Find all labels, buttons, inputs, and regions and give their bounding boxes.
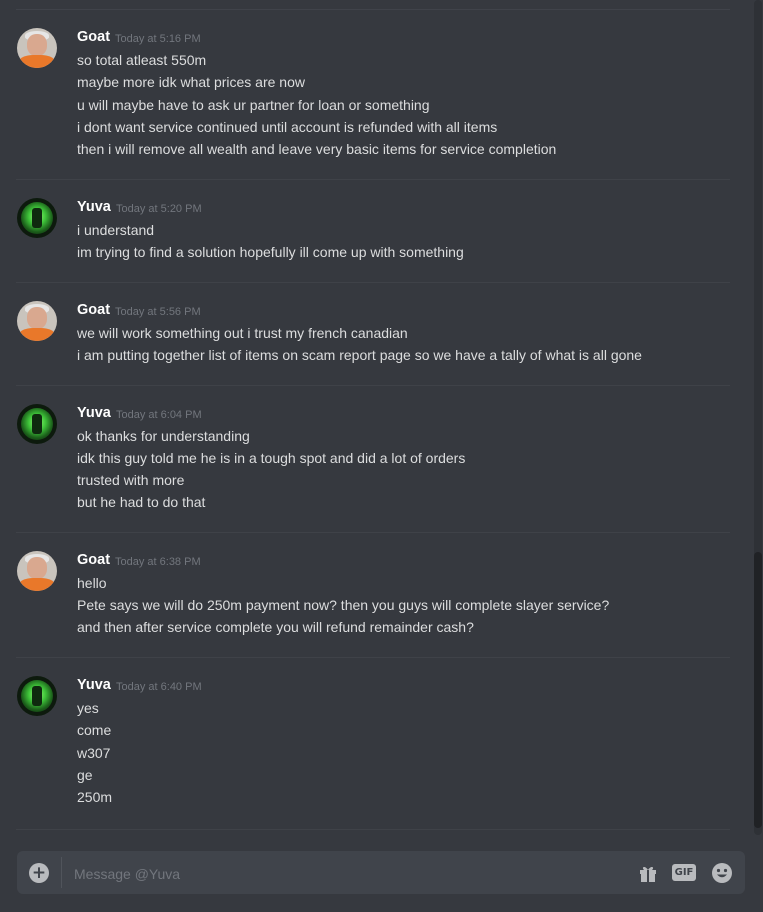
message-line: but he had to do that	[77, 494, 206, 510]
upload-plus-icon[interactable]: +	[29, 863, 49, 883]
author-name[interactable]: Yuva	[77, 199, 111, 215]
message-line: Pete says we will do 250m payment now? t…	[77, 597, 610, 613]
message-line: im trying to find a solution hopefully i…	[77, 244, 464, 260]
message-composer: + GIF	[17, 851, 745, 896]
avatar[interactable]	[17, 198, 57, 238]
message-line: idk this guy told me he is in a tough sp…	[77, 450, 466, 466]
timestamp: Today at 6:40 PM	[116, 681, 202, 693]
message-line: u will maybe have to ask ur partner for …	[77, 97, 430, 113]
author-name[interactable]: Goat	[77, 29, 110, 45]
divider	[16, 385, 730, 386]
message-line: hello	[77, 575, 107, 591]
timestamp: Today at 6:04 PM	[116, 409, 202, 421]
timestamp: Today at 5:16 PM	[115, 33, 201, 45]
message-line: yes	[77, 700, 99, 716]
gif-button[interactable]: GIF	[672, 864, 696, 881]
timestamp: Today at 5:20 PM	[116, 203, 202, 215]
divider	[16, 179, 730, 180]
message-line: maybe more idk what prices are now	[77, 74, 305, 90]
divider	[16, 532, 730, 533]
gift-icon[interactable]	[638, 863, 658, 883]
message-line: i dont want service continued until acco…	[77, 119, 498, 135]
message-line: ge	[77, 767, 93, 783]
divider	[16, 657, 730, 658]
message-list[interactable]: Goat Today at 5:16 PM so total atleast 5…	[0, 0, 750, 835]
message-line: and then after service complete you will…	[77, 619, 474, 635]
message-line: w307	[77, 745, 111, 761]
message-line: so total atleast 550m	[77, 52, 207, 68]
message-line: we will work something out i trust my fr…	[77, 325, 408, 341]
message-line: come	[77, 722, 112, 738]
timestamp: Today at 6:38 PM	[115, 556, 201, 568]
divider	[61, 857, 62, 888]
message-line: i am putting together list of items on s…	[77, 347, 642, 363]
message-line: ok thanks for understanding	[77, 428, 250, 444]
avatar[interactable]	[17, 676, 57, 716]
message-input[interactable]	[72, 851, 576, 896]
message-line: 250m	[77, 789, 113, 805]
timestamp: Today at 5:56 PM	[115, 306, 201, 318]
divider	[16, 829, 730, 830]
avatar[interactable]	[17, 551, 57, 591]
scrollbar-thumb[interactable]	[754, 552, 762, 828]
emoji-icon[interactable]	[711, 862, 733, 884]
avatar[interactable]	[17, 28, 57, 68]
author-name[interactable]: Goat	[77, 552, 110, 568]
avatar[interactable]	[17, 301, 57, 341]
message-line: i understand	[77, 222, 155, 238]
author-name[interactable]: Goat	[77, 302, 110, 318]
message-line: then i will remove all wealth and leave …	[77, 141, 557, 157]
divider	[16, 282, 730, 283]
divider	[16, 9, 730, 10]
author-name[interactable]: Yuva	[77, 677, 111, 693]
author-name[interactable]: Yuva	[77, 405, 111, 421]
message-line: trusted with more	[77, 472, 185, 488]
avatar[interactable]	[17, 404, 57, 444]
